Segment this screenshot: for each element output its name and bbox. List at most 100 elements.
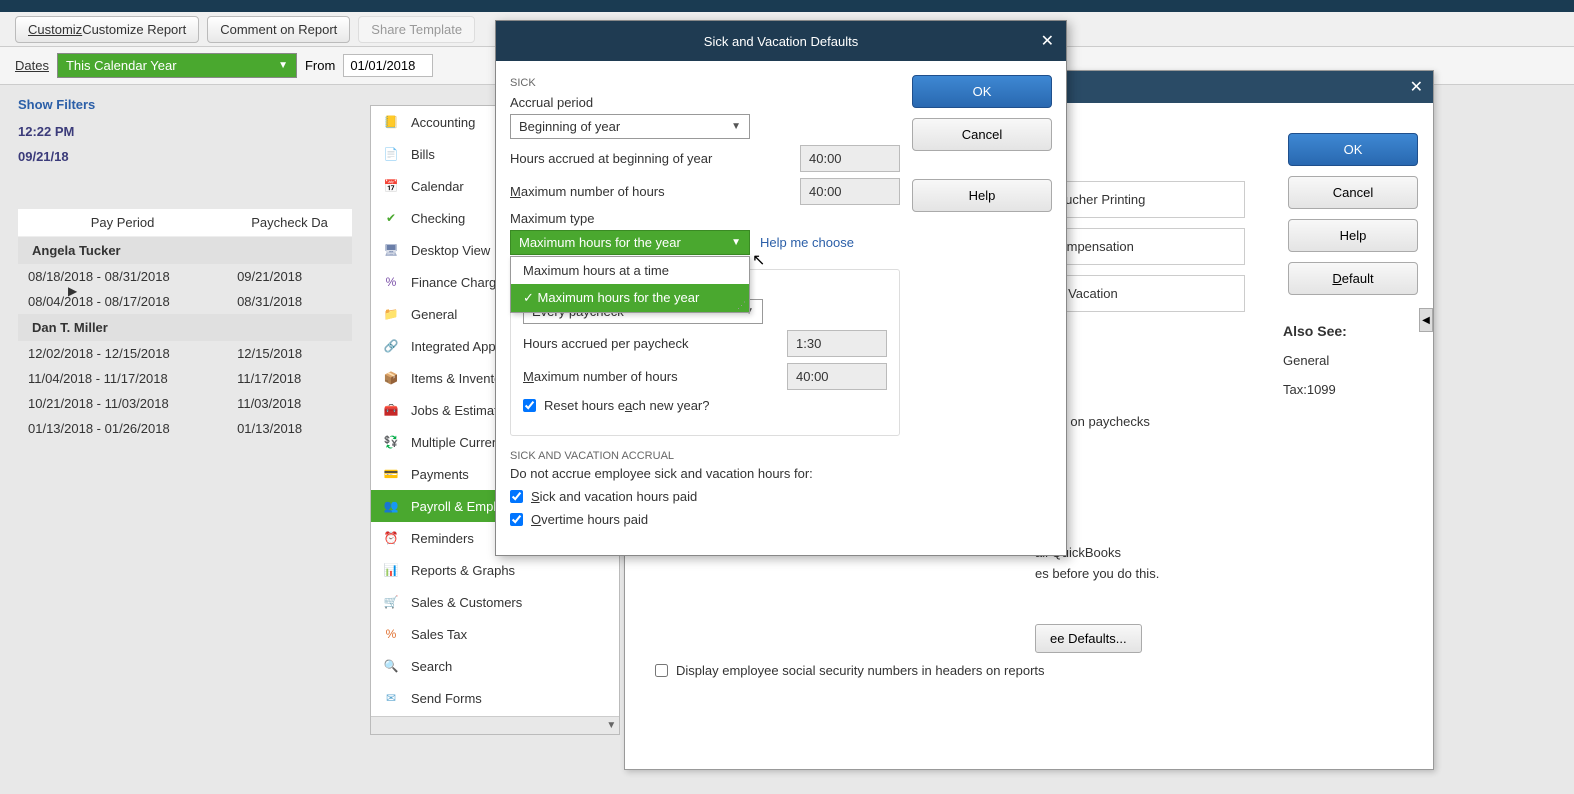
sidebar-icon: 📄: [381, 144, 401, 164]
table-row[interactable]: 12/02/2018 - 12/15/201812/15/2018: [18, 341, 352, 366]
from-label: From: [305, 58, 335, 73]
sidebar-icon: 📦: [381, 368, 401, 388]
sidebar-item-label: Reports & Graphs: [411, 563, 515, 578]
sick-section-header: SICK: [510, 77, 900, 89]
close-icon[interactable]: ✕: [1410, 77, 1423, 97]
vac-max-hours-input[interactable]: [787, 363, 887, 390]
col-pay-period[interactable]: Pay Period: [18, 209, 227, 237]
report-area: Show Filters 12:22 PM 09/21/18 Pay Perio…: [0, 85, 370, 453]
group-row[interactable]: Angela Tucker: [18, 237, 352, 265]
table-row[interactable]: 11/04/2018 - 11/17/201811/17/2018: [18, 366, 352, 391]
hours-begin-label: Hours accrued at beginning of year: [510, 151, 788, 166]
dropdown-option-at-a-time[interactable]: Maximum hours at a time: [511, 257, 749, 284]
ok-button[interactable]: OK: [1288, 133, 1418, 166]
max-hours-label: Maximum number of hours: [510, 184, 788, 199]
sidebar-item-label: Payments: [411, 467, 469, 482]
sick-accrual-select[interactable]: Beginning of year▼: [510, 114, 750, 139]
dates-label: Dates: [15, 58, 49, 73]
max-type-dropdown: Maximum hours at a time ✓ Maximum hours …: [510, 256, 750, 313]
sidebar-item[interactable]: 🔍 Search: [371, 650, 619, 682]
also-general-link[interactable]: General: [1283, 353, 1413, 368]
cancel-button[interactable]: Cancel: [1288, 176, 1418, 209]
report-time: 12:22 PM: [18, 120, 352, 145]
sidebar-icon: %: [381, 272, 401, 292]
hours-begin-input[interactable]: [800, 145, 900, 172]
max-type-select[interactable]: Maximum hours for the year▼: [510, 230, 750, 255]
sidebar-item[interactable]: 📊 Reports & Graphs: [371, 554, 619, 586]
sidebar-item-label: Finance Charge: [411, 275, 504, 290]
sidebar-icon: 👥: [381, 496, 401, 516]
sidebar-icon: %: [381, 624, 401, 644]
sidebar-item-label: Calendar: [411, 179, 464, 194]
sidebar-item[interactable]: % Sales Tax: [371, 618, 619, 650]
dialog-title: Sick and Vacation Defaults: [704, 34, 858, 49]
table-row[interactable]: 01/13/2018 - 01/26/201801/13/2018: [18, 416, 352, 441]
max-hours-input[interactable]: [800, 178, 900, 205]
frag-text-3: es before you do this.: [1035, 564, 1245, 585]
overtime-paid-checkbox[interactable]: [510, 513, 523, 526]
customize-report-button[interactable]: CustomizCustomize Report: [15, 16, 199, 43]
sidebar-icon: 📁: [381, 304, 401, 324]
sidebar-item-label: Search: [411, 659, 452, 674]
col-paycheck-date[interactable]: Paycheck Da: [227, 209, 352, 237]
display-ssn-checkbox[interactable]: [655, 664, 668, 677]
sidebar-item-label: Checking: [411, 211, 465, 226]
sidebar-icon: 🛒: [381, 592, 401, 612]
sidebar-icon: ✉: [381, 688, 401, 708]
sidebar-item-label: Sales & Customers: [411, 595, 522, 610]
sick-accrual-label: Accrual period: [510, 95, 900, 110]
sidebar-icon: 💱: [381, 432, 401, 452]
sidebar-item-label: Send Forms: [411, 691, 482, 706]
expand-handle-icon[interactable]: ◀: [1419, 308, 1433, 332]
sidebar-icon: 🔗: [381, 336, 401, 356]
paycheck-table: Pay Period Paycheck Da Angela Tucker08/1…: [18, 209, 352, 441]
sidebar-icon: 📅: [381, 176, 401, 196]
reset-hours-label: Reset hours each new year?: [544, 398, 710, 413]
display-ssn-label: Display employee social security numbers…: [676, 663, 1045, 678]
ok-button[interactable]: OK: [912, 75, 1052, 108]
sidebar-icon: 💳: [381, 464, 401, 484]
sidebar-item-label: Accounting: [411, 115, 475, 130]
table-row[interactable]: 10/21/2018 - 11/03/201811/03/2018: [18, 391, 352, 416]
sidebar-item[interactable]: 🛒 Sales & Customers: [371, 586, 619, 618]
dropdown-option-for-year[interactable]: ✓ Maximum hours for the year: [511, 284, 749, 312]
report-date: 09/21/18: [18, 145, 352, 170]
scrollbar-handle[interactable]: ▼: [371, 716, 619, 734]
sidebar-item-label: Desktop View: [411, 243, 490, 258]
current-row-marker: ▶: [68, 284, 77, 298]
sidebar-item-label: General: [411, 307, 457, 322]
sidebar-item[interactable]: ✉ Send Forms: [371, 682, 619, 714]
help-me-choose-link[interactable]: Help me choose: [760, 235, 854, 250]
employee-defaults-button[interactable]: ee Defaults...: [1035, 624, 1142, 653]
also-tax-link[interactable]: Tax:1099: [1283, 382, 1413, 397]
help-button[interactable]: Help: [912, 179, 1052, 212]
reset-hours-checkbox[interactable]: [523, 399, 536, 412]
group-row[interactable]: Dan T. Miller: [18, 314, 352, 341]
close-icon[interactable]: ✕: [1041, 31, 1054, 51]
accrual-section-header: SICK AND VACATION ACCRUAL: [510, 450, 900, 462]
per-pay-input[interactable]: [787, 330, 887, 357]
cancel-button[interactable]: Cancel: [912, 118, 1052, 151]
overtime-paid-label: Overtime hours paid: [531, 512, 648, 527]
show-filters-link[interactable]: Show Filters: [18, 97, 352, 112]
sidebar-icon: 📊: [381, 560, 401, 580]
help-button[interactable]: Help: [1288, 219, 1418, 252]
comment-report-button[interactable]: Comment on Report: [207, 16, 350, 43]
sidebar-icon: ✔: [381, 208, 401, 228]
also-see-header: Also See:: [1283, 323, 1413, 339]
resize-handle-icon[interactable]: ⋰: [737, 300, 747, 310]
sidebar-icon: 🧰: [381, 400, 401, 420]
default-button[interactable]: Default: [1288, 262, 1418, 295]
sick-vac-paid-label: Sick and vacation hours paid: [531, 489, 697, 504]
sidebar-item-label: Bills: [411, 147, 435, 162]
sidebar-icon: ⏰: [381, 528, 401, 548]
sidebar-item-label: Sales Tax: [411, 627, 467, 642]
sidebar-icon: 🖥: [381, 240, 401, 260]
sick-vac-paid-checkbox[interactable]: [510, 490, 523, 503]
sidebar-item-label: Reminders: [411, 531, 474, 546]
sick-vacation-dialog: Sick and Vacation Defaults ✕ SICK Accrua…: [495, 20, 1067, 556]
from-date-input[interactable]: [343, 54, 433, 77]
date-range-select[interactable]: This Calendar Year▼: [57, 53, 297, 78]
not-accrue-label: Do not accrue employee sick and vacation…: [510, 466, 900, 481]
sidebar-icon: 🔍: [381, 656, 401, 676]
